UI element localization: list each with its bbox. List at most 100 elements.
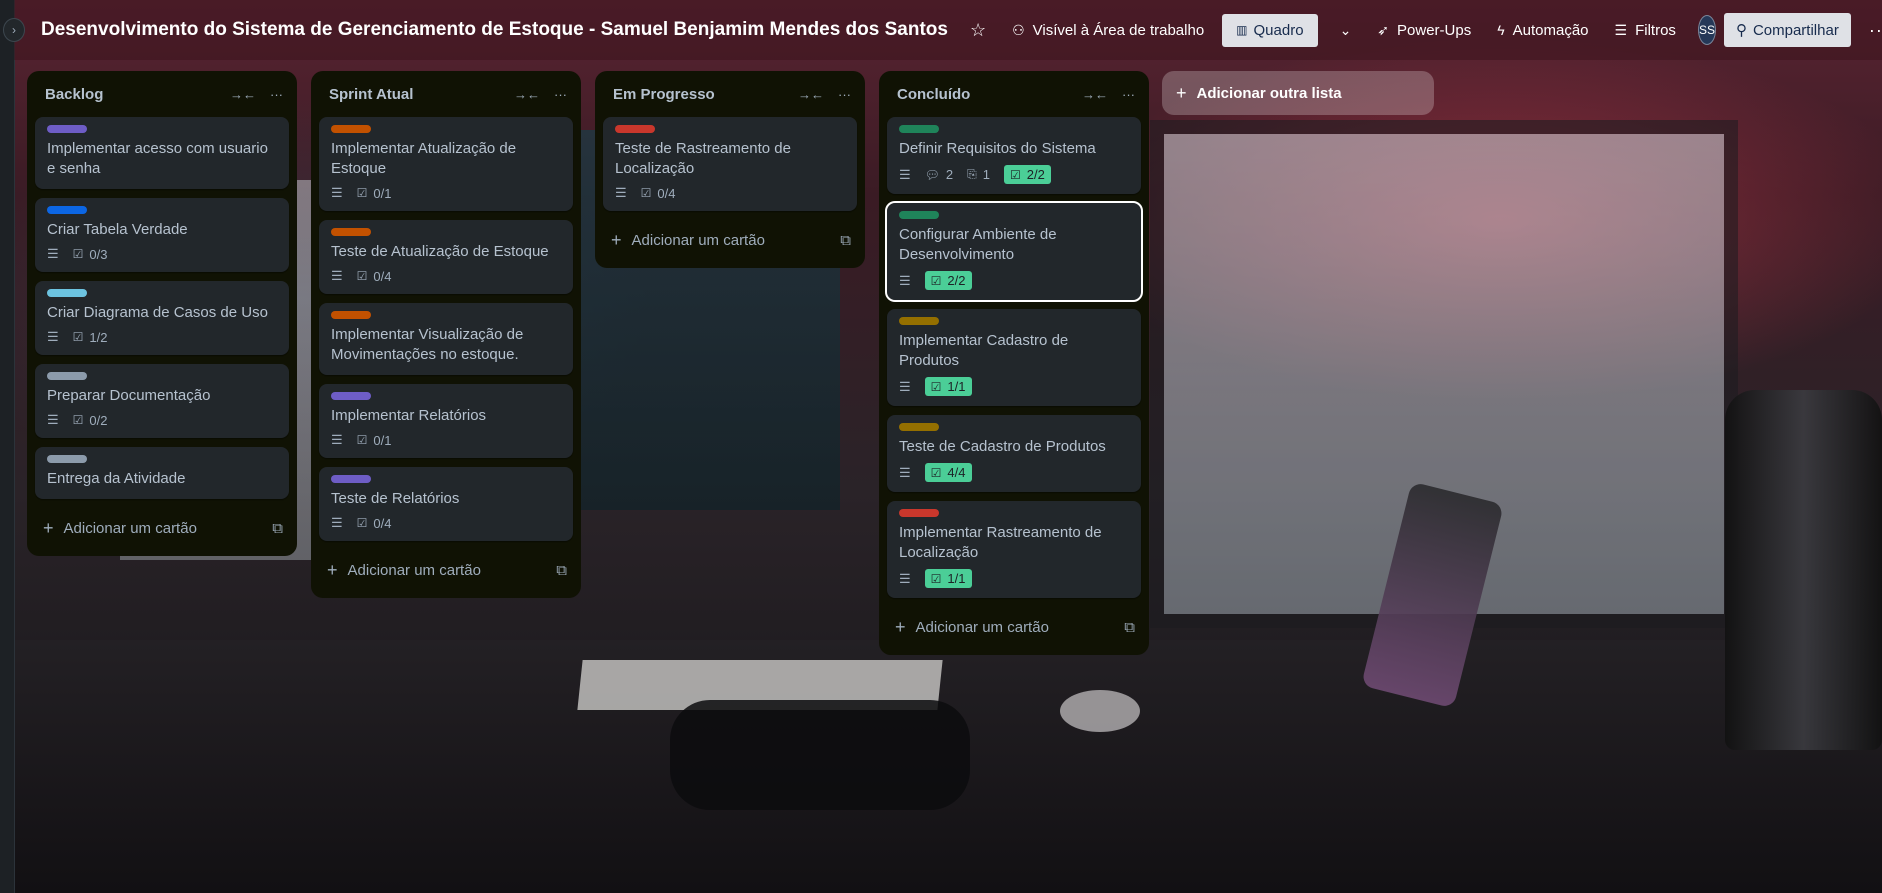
card-badges: ☰ ☑ 0/3	[47, 246, 279, 262]
card-badges: ☰ ☑ 1/1	[899, 377, 1131, 396]
checklist-icon: ☑	[930, 571, 942, 586]
label-bar[interactable]	[615, 125, 655, 133]
label-bar[interactable]	[47, 125, 87, 133]
chevron-right-icon[interactable]: ›	[3, 18, 25, 42]
card[interactable]: Implementar Visualização de Movimentaçõe…	[319, 303, 573, 375]
card[interactable]: Implementar Atualização de Estoque ☰ ☑ 0/1	[319, 117, 573, 211]
collapse-icon[interactable]: →←	[798, 87, 824, 102]
checklist-icon: ☑	[1009, 167, 1021, 182]
collapse-icon[interactable]: →←	[514, 87, 540, 102]
card[interactable]: Implementar Rastreamento de Localização ☰…	[887, 501, 1141, 598]
card[interactable]: Entrega da Atividade	[35, 447, 289, 499]
template-icon[interactable]: ⧉	[1124, 619, 1135, 636]
checklist-count: 0/2	[89, 412, 108, 428]
label-bar[interactable]	[331, 125, 371, 133]
label-bar[interactable]	[47, 455, 87, 463]
card-title: Configurar Ambiente de Desenvolvimento	[899, 226, 1057, 263]
description-icon: ☰	[331, 268, 343, 283]
card[interactable]: Preparar Documentação ☰ ☑ 0/2	[35, 364, 289, 438]
chevron-down-icon[interactable]: ⌄	[1340, 22, 1352, 39]
card[interactable]: Criar Diagrama de Casos de Uso ☰ ☑ 1/2	[35, 281, 289, 355]
add-card-button[interactable]: + Adicionar um cartão ⧉	[887, 607, 1141, 647]
card[interactable]: Definir Requisitos do Sistema ☰ 💬︎ 2 ⎘ 1 ☑ 2/2	[887, 117, 1141, 194]
label-bar[interactable]	[331, 311, 371, 319]
description-icon: ☰	[615, 185, 627, 200]
card[interactable]: Configurar Ambiente de Desenvolvimento ☰ ☑…	[885, 201, 1143, 302]
filters-button[interactable]: ☰ Filtros	[1615, 22, 1676, 39]
attachment-count: 1	[982, 167, 990, 182]
card-title: Implementar Relatórios	[331, 407, 487, 424]
card-title: Teste de Rastreamento de Localização	[615, 140, 791, 177]
automation-button[interactable]: ϟ Automação	[1497, 22, 1588, 39]
card[interactable]: Implementar Relatórios ☰ ☑ 0/1	[319, 384, 573, 458]
description-icon: ☰	[331, 432, 343, 447]
lightning-icon: ϟ	[1497, 22, 1505, 38]
label-bar[interactable]	[899, 423, 939, 431]
card[interactable]: Teste de Rastreamento de Localização ☰ ☑ 0/…	[603, 117, 857, 211]
label-bar[interactable]	[47, 206, 87, 214]
label-bar[interactable]	[47, 372, 87, 380]
checklist-icon: ☑	[930, 379, 942, 394]
description-icon: ☰	[899, 570, 911, 586]
card[interactable]: Implementar acesso com usuario e senha	[35, 117, 289, 189]
add-card-button[interactable]: + Adicionar um cartão ⧉	[35, 508, 289, 548]
view-label: Quadro	[1253, 21, 1304, 39]
label-bar[interactable]	[899, 125, 939, 133]
template-icon[interactable]: ⧉	[272, 520, 283, 537]
star-icon[interactable]: ☆	[970, 20, 986, 41]
card[interactable]: Teste de Atualização de Estoque ☰ ☑ 0/4	[319, 220, 573, 294]
checklist-count: 2/2	[1026, 167, 1045, 182]
list-title[interactable]: Backlog	[45, 86, 216, 103]
plus-icon: +	[895, 616, 906, 637]
card-badges: ☰ ☑ 2/2	[899, 271, 1131, 290]
label-bar[interactable]	[899, 211, 939, 219]
template-icon[interactable]: ⧉	[840, 232, 851, 249]
card[interactable]: Implementar Cadastro de Produtos ☰ ☑ 1/1	[887, 309, 1141, 406]
card-badges: ☰ ☑ 1/1	[899, 569, 1131, 588]
card[interactable]: Teste de Relatórios ☰ ☑ 0/4	[319, 467, 573, 541]
add-card-button[interactable]: + Adicionar um cartão ⧉	[319, 550, 573, 590]
list-title[interactable]: Em Progresso	[613, 86, 784, 103]
collapse-icon[interactable]: →←	[230, 87, 256, 102]
label-bar[interactable]	[899, 317, 939, 325]
more-icon[interactable]: ···	[1869, 20, 1882, 41]
label-bar[interactable]	[331, 228, 371, 236]
visibility-button[interactable]: ⚇ Visível à Área de trabalho	[1012, 22, 1204, 39]
list-header: Em Progresso →← ···	[603, 71, 857, 117]
more-icon[interactable]: ···	[270, 87, 283, 102]
label-bar[interactable]	[47, 289, 87, 297]
add-list-button[interactable]: + Adicionar outra lista	[1162, 71, 1434, 115]
list-2: Em Progresso →← ··· Teste de Rastreamento d…	[595, 71, 865, 268]
card-badges: ☰ ☑ 1/2	[47, 329, 279, 345]
checklist-icon: ☑	[356, 269, 368, 283]
template-icon[interactable]: ⧉	[556, 562, 567, 579]
user-plus-icon: ⚲	[1735, 22, 1747, 39]
share-button[interactable]: ⚲ Compartilhar	[1723, 13, 1851, 47]
add-card-button[interactable]: + Adicionar um cartão ⧉	[603, 220, 857, 260]
list-title[interactable]: Concluído	[897, 86, 1068, 103]
filters-label: Filtros	[1635, 21, 1676, 39]
label-bar[interactable]	[331, 475, 371, 483]
more-icon[interactable]: ···	[838, 87, 851, 102]
avatar[interactable]: SS	[1697, 15, 1716, 45]
checklist-badge: ☑ 0/4	[641, 186, 676, 201]
more-icon[interactable]: ···	[1122, 87, 1135, 102]
collapse-icon[interactable]: →←	[1082, 87, 1108, 102]
view-board-button[interactable]: ▥ Quadro	[1222, 13, 1318, 47]
description-icon: ☰	[899, 464, 911, 480]
more-icon[interactable]: ···	[554, 87, 567, 102]
powerups-button[interactable]: ➶ Power-Ups	[1377, 22, 1471, 39]
card-title: Implementar Visualização de Movimentaçõe…	[331, 326, 524, 363]
card-badges: ☰ ☑ 0/4	[331, 268, 563, 284]
label-bar[interactable]	[331, 392, 371, 400]
label-bar[interactable]	[899, 509, 939, 517]
board-title[interactable]: Desenvolvimento do Sistema de Gerenciame…	[41, 19, 948, 41]
card[interactable]: Criar Tabela Verdade ☰ ☑ 0/3	[35, 198, 289, 272]
card[interactable]: Teste de Cadastro de Produtos ☰ ☑ 4/4	[887, 415, 1141, 492]
plus-icon: +	[327, 559, 338, 580]
list-header: Concluído →← ···	[887, 71, 1141, 117]
list-title[interactable]: Sprint Atual	[329, 86, 500, 103]
checklist-icon: ☑	[72, 330, 84, 344]
checklist-complete-badge: ☑ 4/4	[924, 463, 972, 482]
checklist-count: 4/4	[947, 465, 966, 480]
